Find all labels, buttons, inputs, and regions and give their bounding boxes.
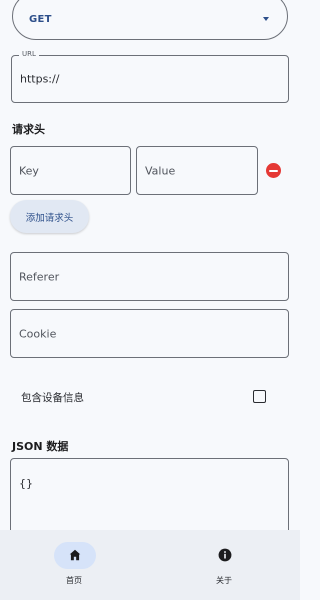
method-value: GET <box>29 14 52 25</box>
info-icon <box>218 548 232 562</box>
device-info-label: 包含设备信息 <box>21 392 84 404</box>
device-info-checkbox[interactable] <box>253 390 266 403</box>
nav-about-label: 关于 <box>216 576 232 585</box>
header-key-placeholder: Key <box>19 164 39 177</box>
url-input-value: https:// <box>20 72 60 86</box>
bottom-navigation: 首页 关于 <box>0 530 300 600</box>
header-key-input[interactable]: Key <box>10 146 131 195</box>
cookie-input[interactable]: Cookie <box>10 309 289 358</box>
nav-home-label: 首页 <box>66 576 82 585</box>
nav-home[interactable]: 首页 <box>40 530 110 600</box>
method-select[interactable]: GET <box>12 0 288 40</box>
remove-header-button[interactable] <box>266 163 281 178</box>
url-field[interactable]: URL https:// <box>11 50 289 103</box>
chevron-down-icon <box>263 17 269 21</box>
json-section-title: JSON 数据 <box>12 440 69 453</box>
add-header-button[interactable]: 添加请求头 <box>10 200 89 233</box>
header-value-input[interactable]: Value <box>136 146 258 195</box>
url-field-label: URL <box>19 50 39 58</box>
home-icon <box>69 549 81 561</box>
cookie-placeholder: Cookie <box>19 327 57 340</box>
headers-section-title: 请求头 <box>12 123 45 136</box>
referer-placeholder: Referer <box>19 270 60 283</box>
nav-about[interactable]: 关于 <box>190 530 260 600</box>
json-input-value: {} <box>19 477 33 490</box>
referer-input[interactable]: Referer <box>10 252 289 301</box>
header-value-placeholder: Value <box>145 164 176 177</box>
